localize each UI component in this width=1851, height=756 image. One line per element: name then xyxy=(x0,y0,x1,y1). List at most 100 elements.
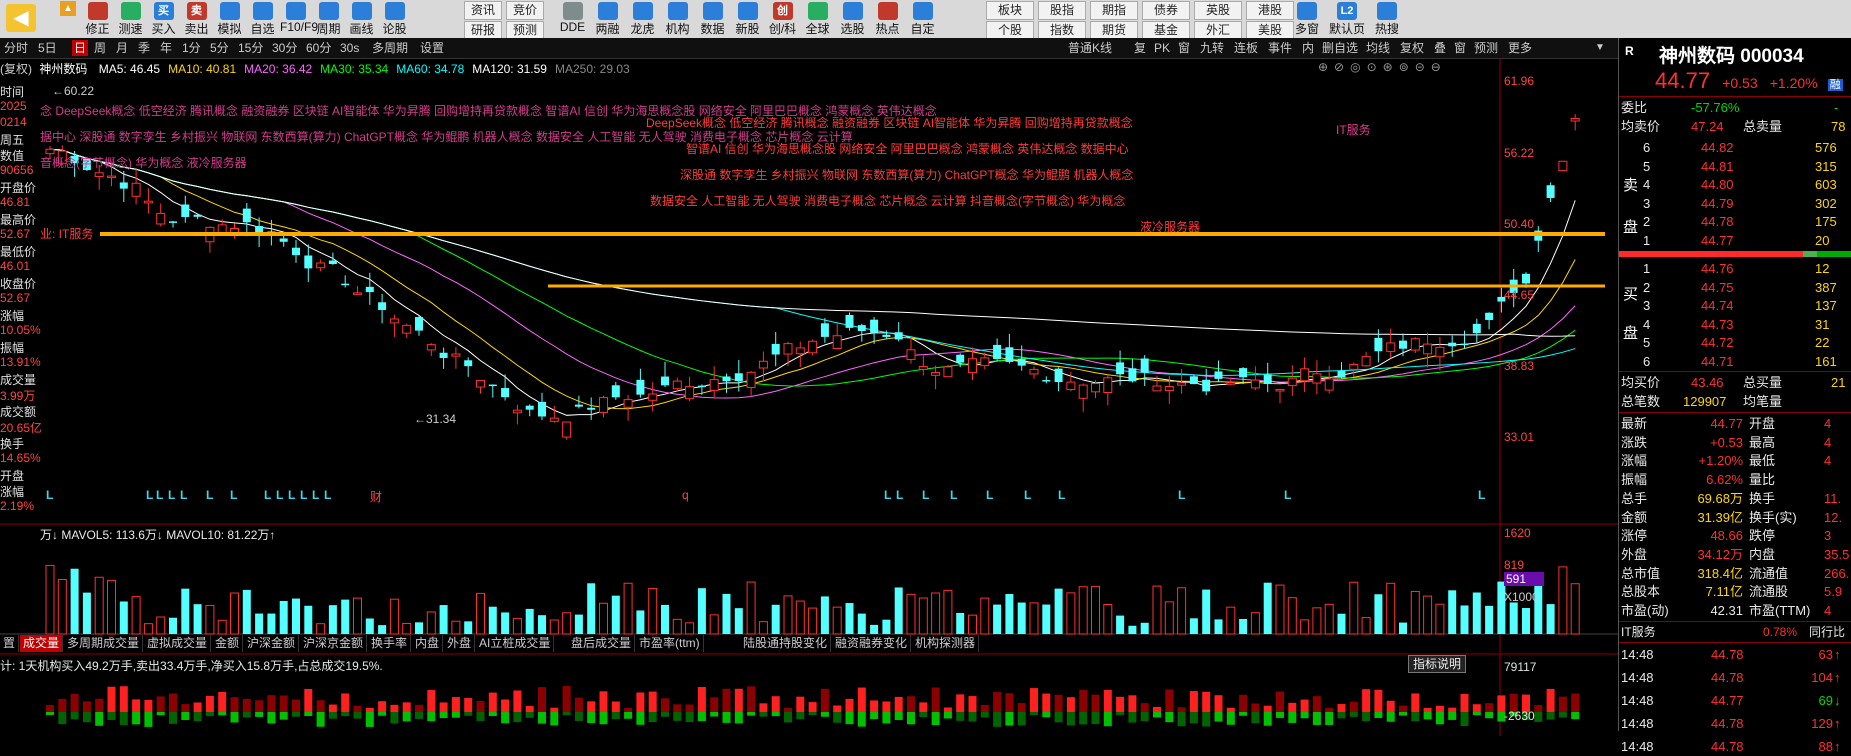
indicator-tab[interactable]: 沪深京金额 xyxy=(300,635,368,652)
toolbar-pair-bottom[interactable]: 个股 xyxy=(986,21,1034,38)
period-tab[interactable]: 月 xyxy=(114,40,130,56)
indicator-tab[interactable]: 换手率 xyxy=(368,635,412,652)
chart-tools[interactable]: ⊕⊘◎⊙⊛⊚⊝⊖ xyxy=(1318,60,1447,74)
marker-l[interactable]: L xyxy=(1284,488,1291,502)
indicator-tab[interactable]: 市盈率(ttm) xyxy=(636,635,704,652)
marker-l[interactable]: L xyxy=(288,488,295,502)
period-tab[interactable]: 5分 xyxy=(208,40,231,56)
dde-button[interactable]: DDE xyxy=(556,0,589,38)
indicator-tab[interactable]: 内盘 xyxy=(412,635,444,652)
period-tab[interactable]: 30s xyxy=(338,40,361,56)
ask-level[interactable]: 2 44.78 175 xyxy=(1619,212,1851,231)
marker-l[interactable]: L xyxy=(230,488,237,502)
toolbar-pair-bottom[interactable]: 美股 xyxy=(1246,21,1294,38)
marker-l[interactable]: L xyxy=(922,488,929,502)
toolbar-pair-top[interactable]: 债券 xyxy=(1142,1,1190,20)
period-tab[interactable]: 1分 xyxy=(180,40,203,56)
chart-option[interactable]: 九转 xyxy=(1198,40,1226,56)
marker-l[interactable]: L xyxy=(312,488,319,502)
institution-button[interactable]: 机构 xyxy=(661,0,694,38)
indicator-tab[interactable]: 置 xyxy=(0,635,20,652)
toolbar-pair-top[interactable]: 英股 xyxy=(1194,1,1242,20)
period-tab[interactable]: 日 xyxy=(72,40,89,56)
ask-level[interactable]: 1 44.77 20 xyxy=(1619,231,1851,250)
sell-button[interactable]: 卖卖出 xyxy=(181,0,212,38)
chart-option[interactable]: 复权 xyxy=(1398,40,1426,56)
indicator-help-button[interactable]: 指标说明 xyxy=(1408,655,1467,673)
back-arrow-icon[interactable]: ◀ xyxy=(6,4,36,32)
period-tab[interactable]: 30分 xyxy=(270,40,299,56)
period-tab[interactable]: 季 xyxy=(136,40,152,56)
indicator-tab[interactable]: 沪深金额 xyxy=(244,635,300,652)
chart-option[interactable]: 窗 xyxy=(1176,40,1192,56)
marker-l[interactable]: L xyxy=(146,488,153,502)
period-tab[interactable]: 分时 xyxy=(2,40,30,56)
custom-button[interactable]: 自定 xyxy=(906,0,939,38)
bid-level[interactable]: 6 44.71 161 xyxy=(1619,352,1851,371)
marker-l[interactable]: L xyxy=(1024,488,1031,502)
indicator-tab[interactable]: 金额 xyxy=(212,635,244,652)
buy-button[interactable]: 买买入 xyxy=(148,0,179,38)
chart-option[interactable]: 复 xyxy=(1132,40,1148,56)
globe-button[interactable]: 全球 xyxy=(801,0,834,38)
chart-option[interactable]: 事件 xyxy=(1266,40,1294,56)
indicator-tab[interactable]: 多周期成交量 xyxy=(64,635,144,652)
marker-l[interactable]: L xyxy=(156,488,163,502)
toolbar-pair-top[interactable]: 板块 xyxy=(986,1,1034,20)
period-tab[interactable]: 60分 xyxy=(304,40,333,56)
marker-l[interactable]: L xyxy=(300,488,307,502)
sector-row[interactable]: IT服务 0.78% 同行比 xyxy=(1619,623,1851,642)
indicator-tab[interactable]: 陆股通持股变化 xyxy=(740,635,832,652)
indicator-tab[interactable]: 虚拟成交量 xyxy=(144,635,212,652)
margin-button[interactable]: 两融 xyxy=(591,0,624,38)
toolbar-pair-bottom[interactable]: 预测 xyxy=(506,21,544,38)
toolbar-pair-bottom[interactable]: 研报 xyxy=(464,21,502,38)
chart-option[interactable]: 叠 xyxy=(1432,40,1448,56)
marker-l[interactable]: L xyxy=(896,488,903,502)
marker-q[interactable]: q xyxy=(682,488,689,502)
chart-option[interactable]: 删自选 xyxy=(1320,40,1360,56)
indicator-tab[interactable]: AI立桩成交量 xyxy=(476,635,555,652)
draw-line-button[interactable]: 画线 xyxy=(346,0,377,38)
chart-option[interactable]: 连板 xyxy=(1232,40,1260,56)
discuss-button[interactable]: 论股 xyxy=(379,0,410,38)
marker-l[interactable]: L xyxy=(168,488,175,502)
period-tab[interactable]: 设置 xyxy=(418,40,446,56)
simulate-button[interactable]: 模拟 xyxy=(214,0,245,38)
period-tab[interactable]: 年 xyxy=(158,40,174,56)
up-arrow-icon[interactable]: ▲ xyxy=(60,1,76,16)
back-arrow-button[interactable]: 修正 xyxy=(82,0,113,38)
dropdown-arrow-icon[interactable]: ▼ xyxy=(1595,40,1609,56)
indicator-tab[interactable]: 成交量 xyxy=(20,635,64,652)
toolbar-pair-bottom[interactable]: 基金 xyxy=(1142,21,1190,38)
hot-search-button[interactable]: 热搜 xyxy=(1368,0,1406,38)
period-tab[interactable]: 15分 xyxy=(236,40,265,56)
chart-option[interactable]: 更多 xyxy=(1506,40,1534,56)
dragon-tiger-button[interactable]: 龙虎 xyxy=(626,0,659,38)
toolbar-pair-bottom[interactable]: 期货 xyxy=(1090,21,1138,38)
marker-l[interactable]: L xyxy=(1478,488,1485,502)
toolbar-pair-top[interactable]: 港股 xyxy=(1246,1,1294,20)
ask-level[interactable]: 5 44.81 315 xyxy=(1619,157,1851,176)
indicator-tab[interactable]: 机构探测器 xyxy=(912,635,980,652)
indicator-tab[interactable]: 外盘 xyxy=(444,635,476,652)
new-stock-button[interactable]: 新股 xyxy=(731,0,764,38)
ask-level[interactable]: 3 44.79 302 xyxy=(1619,194,1851,213)
marker-l[interactable]: L xyxy=(986,488,993,502)
ask-level[interactable]: 4 44.80 603 xyxy=(1619,175,1851,194)
toolbar-pair-top[interactable]: 期指 xyxy=(1090,1,1138,20)
chart-option[interactable]: 普通K线 xyxy=(1066,40,1114,56)
toolbar-pair-top[interactable]: 股指 xyxy=(1038,1,1086,20)
marker-l[interactable]: L xyxy=(276,488,283,502)
marker-l[interactable]: L xyxy=(264,488,271,502)
multi-window-button[interactable]: 多窗 xyxy=(1288,0,1326,38)
toolbar-pair-top[interactable]: 竞价 xyxy=(506,1,544,20)
f10-button[interactable]: F10/F9 xyxy=(280,0,318,38)
period-tab[interactable]: 5日 xyxy=(36,40,59,56)
default-page-button[interactable]: L2 默认页 xyxy=(1328,0,1366,38)
marker-l[interactable]: L xyxy=(1058,488,1065,502)
period-tab[interactable]: 周 xyxy=(92,40,108,56)
toolbar-pair-bottom[interactable]: 外汇 xyxy=(1194,21,1242,38)
bid-level[interactable]: 1 44.76 12 xyxy=(1619,259,1851,278)
chart-option[interactable]: 窗 xyxy=(1452,40,1468,56)
